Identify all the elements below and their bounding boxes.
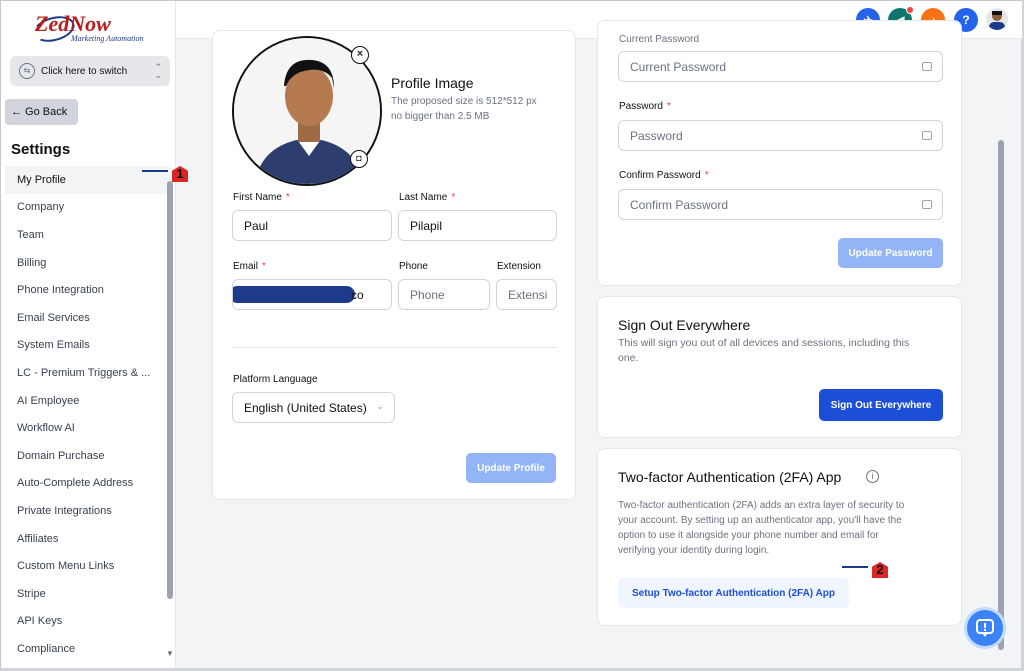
- chat-widget-button[interactable]: [967, 610, 1003, 646]
- annotation-marker-2: 2: [868, 558, 890, 578]
- sidebar-item-stripe[interactable]: Stripe: [5, 580, 170, 608]
- annotation-marker-1: 1: [168, 162, 190, 182]
- sidebar-item-company[interactable]: Company: [5, 194, 170, 222]
- sidebar-item-custom-menu-links[interactable]: Custom Menu Links: [5, 552, 170, 580]
- extension-field[interactable]: Extensi: [496, 279, 557, 310]
- email-field[interactable]: co: [232, 279, 392, 310]
- go-back-button[interactable]: ← Go Back: [5, 99, 78, 125]
- main-scrollbar[interactable]: [998, 140, 1004, 650]
- confirm-password-label: Confirm Password *: [619, 170, 709, 181]
- last-name-field[interactable]: Pilapil: [398, 210, 557, 241]
- profile-card: × ◘ Profile Image The proposed size is 5…: [212, 30, 576, 500]
- marker-1-label: 1: [172, 166, 188, 182]
- sidebar-item-phone-integration[interactable]: Phone Integration: [5, 276, 170, 304]
- sidebar-item-billing[interactable]: Billing: [5, 249, 170, 277]
- scroll-down-icon[interactable]: ▼: [166, 649, 174, 658]
- sidebar-item-private-integrations[interactable]: Private Integrations: [5, 497, 170, 525]
- first-name-field[interactable]: Paul: [232, 210, 392, 241]
- brand-logo[interactable]: ZedNow Marketing Automation: [30, 9, 151, 49]
- sidebar-item-team[interactable]: Team: [5, 221, 170, 249]
- brand-tagline: Marketing Automation: [71, 34, 144, 43]
- switch-icon: ⇆: [19, 63, 35, 79]
- eye-icon[interactable]: [922, 62, 932, 71]
- sidebar-item-ai-employee[interactable]: AI Employee: [5, 387, 170, 415]
- sidebar-item-premium-triggers[interactable]: LC - Premium Triggers & ...: [5, 359, 170, 387]
- two-factor-desc-line2: your account. By setting up an authentic…: [618, 515, 902, 526]
- marker-2-label: 2: [872, 562, 888, 578]
- account-switcher[interactable]: ⇆ Click here to switch ⌃ ⌄: [10, 56, 170, 86]
- sidebar-scrollbar[interactable]: [167, 181, 173, 599]
- annotation-arrow-2: [842, 566, 868, 568]
- sign-out-desc-line1: This will sign you out of all devices an…: [618, 337, 910, 349]
- password-placeholder: Password: [630, 128, 683, 143]
- sidebar: ZedNow Marketing Automation ⇆ Click here…: [1, 1, 176, 668]
- sidebar-item-workflow-ai[interactable]: Workflow AI: [5, 414, 170, 442]
- extension-label: Extension: [497, 261, 541, 272]
- current-password-placeholder: Current Password: [630, 59, 727, 74]
- chat-icon: [976, 619, 994, 637]
- email-label: Email *: [233, 261, 266, 272]
- sign-out-title: Sign Out Everywhere: [618, 317, 751, 333]
- settings-nav: My Profile Company Team Billing Phone In…: [5, 166, 170, 663]
- password-field[interactable]: Password: [618, 120, 943, 151]
- language-value: English (United States): [244, 400, 367, 415]
- sidebar-item-system-emails[interactable]: System Emails: [5, 332, 170, 360]
- chevron-updown-icon: ⌃ ⌄: [154, 62, 162, 80]
- chevron-down-icon: ⌄: [376, 401, 384, 411]
- password-card: Current Password Current Password Passwo…: [597, 20, 962, 286]
- setup-2fa-button[interactable]: Setup Two-factor Authentication (2FA) Ap…: [618, 578, 849, 608]
- switcher-label: Click here to switch: [41, 65, 128, 77]
- two-factor-card: Two-factor Authentication (2FA) App i Tw…: [597, 448, 962, 626]
- sign-out-everywhere-button[interactable]: Sign Out Everywhere: [819, 389, 943, 421]
- sign-out-card: Sign Out Everywhere This will sign you o…: [597, 296, 962, 438]
- redacted-bar: [233, 286, 355, 303]
- sign-out-desc-line2: one.: [618, 352, 639, 364]
- phone-field[interactable]: Phone: [398, 279, 490, 310]
- annotation-arrow-1: [142, 170, 168, 172]
- info-icon[interactable]: i: [866, 470, 879, 483]
- eye-icon[interactable]: [922, 200, 932, 209]
- confirm-password-field[interactable]: Confirm Password: [618, 189, 943, 220]
- sidebar-item-affiliates[interactable]: Affiliates: [5, 525, 170, 553]
- confirm-password-placeholder: Confirm Password: [630, 197, 729, 212]
- user-avatar[interactable]: [986, 8, 1008, 30]
- phone-label: Phone: [399, 261, 428, 272]
- two-factor-desc-line1: Two-factor authentication (2FA) adds an …: [618, 500, 905, 511]
- eye-icon[interactable]: [922, 131, 932, 140]
- two-factor-desc-line4: verifying your identity during login.: [618, 545, 770, 556]
- two-factor-desc-line3: option to use it alongside your phone nu…: [618, 530, 879, 541]
- language-select[interactable]: English (United States) ⌄: [232, 392, 395, 423]
- last-name-label: Last Name *: [399, 192, 456, 203]
- two-factor-title: Two-factor Authentication (2FA) App: [618, 469, 842, 485]
- remove-photo-icon[interactable]: ×: [351, 46, 369, 64]
- update-password-button[interactable]: Update Password: [838, 238, 943, 268]
- camera-icon[interactable]: ◘: [350, 150, 368, 168]
- sidebar-item-email-services[interactable]: Email Services: [5, 304, 170, 332]
- password-label: Password *: [619, 101, 671, 112]
- current-password-field[interactable]: Current Password: [618, 51, 943, 82]
- sidebar-item-auto-complete-address[interactable]: Auto-Complete Address: [5, 470, 170, 498]
- settings-heading: Settings: [11, 141, 71, 158]
- current-password-label: Current Password: [619, 34, 700, 45]
- divider: [233, 347, 557, 348]
- language-label: Platform Language: [233, 374, 318, 385]
- first-name-label: First Name *: [233, 192, 290, 203]
- profile-image-hint-max: no bigger than 2.5 MB: [391, 111, 490, 122]
- email-suffix: co: [351, 288, 364, 302]
- update-profile-button[interactable]: Update Profile: [466, 453, 556, 483]
- sidebar-item-api-keys[interactable]: API Keys: [5, 608, 170, 636]
- sidebar-item-compliance[interactable]: Compliance: [5, 635, 170, 663]
- profile-image-title: Profile Image: [391, 75, 474, 91]
- sidebar-item-domain-purchase[interactable]: Domain Purchase: [5, 442, 170, 470]
- profile-image-hint-size: The proposed size is 512*512 px: [391, 96, 537, 107]
